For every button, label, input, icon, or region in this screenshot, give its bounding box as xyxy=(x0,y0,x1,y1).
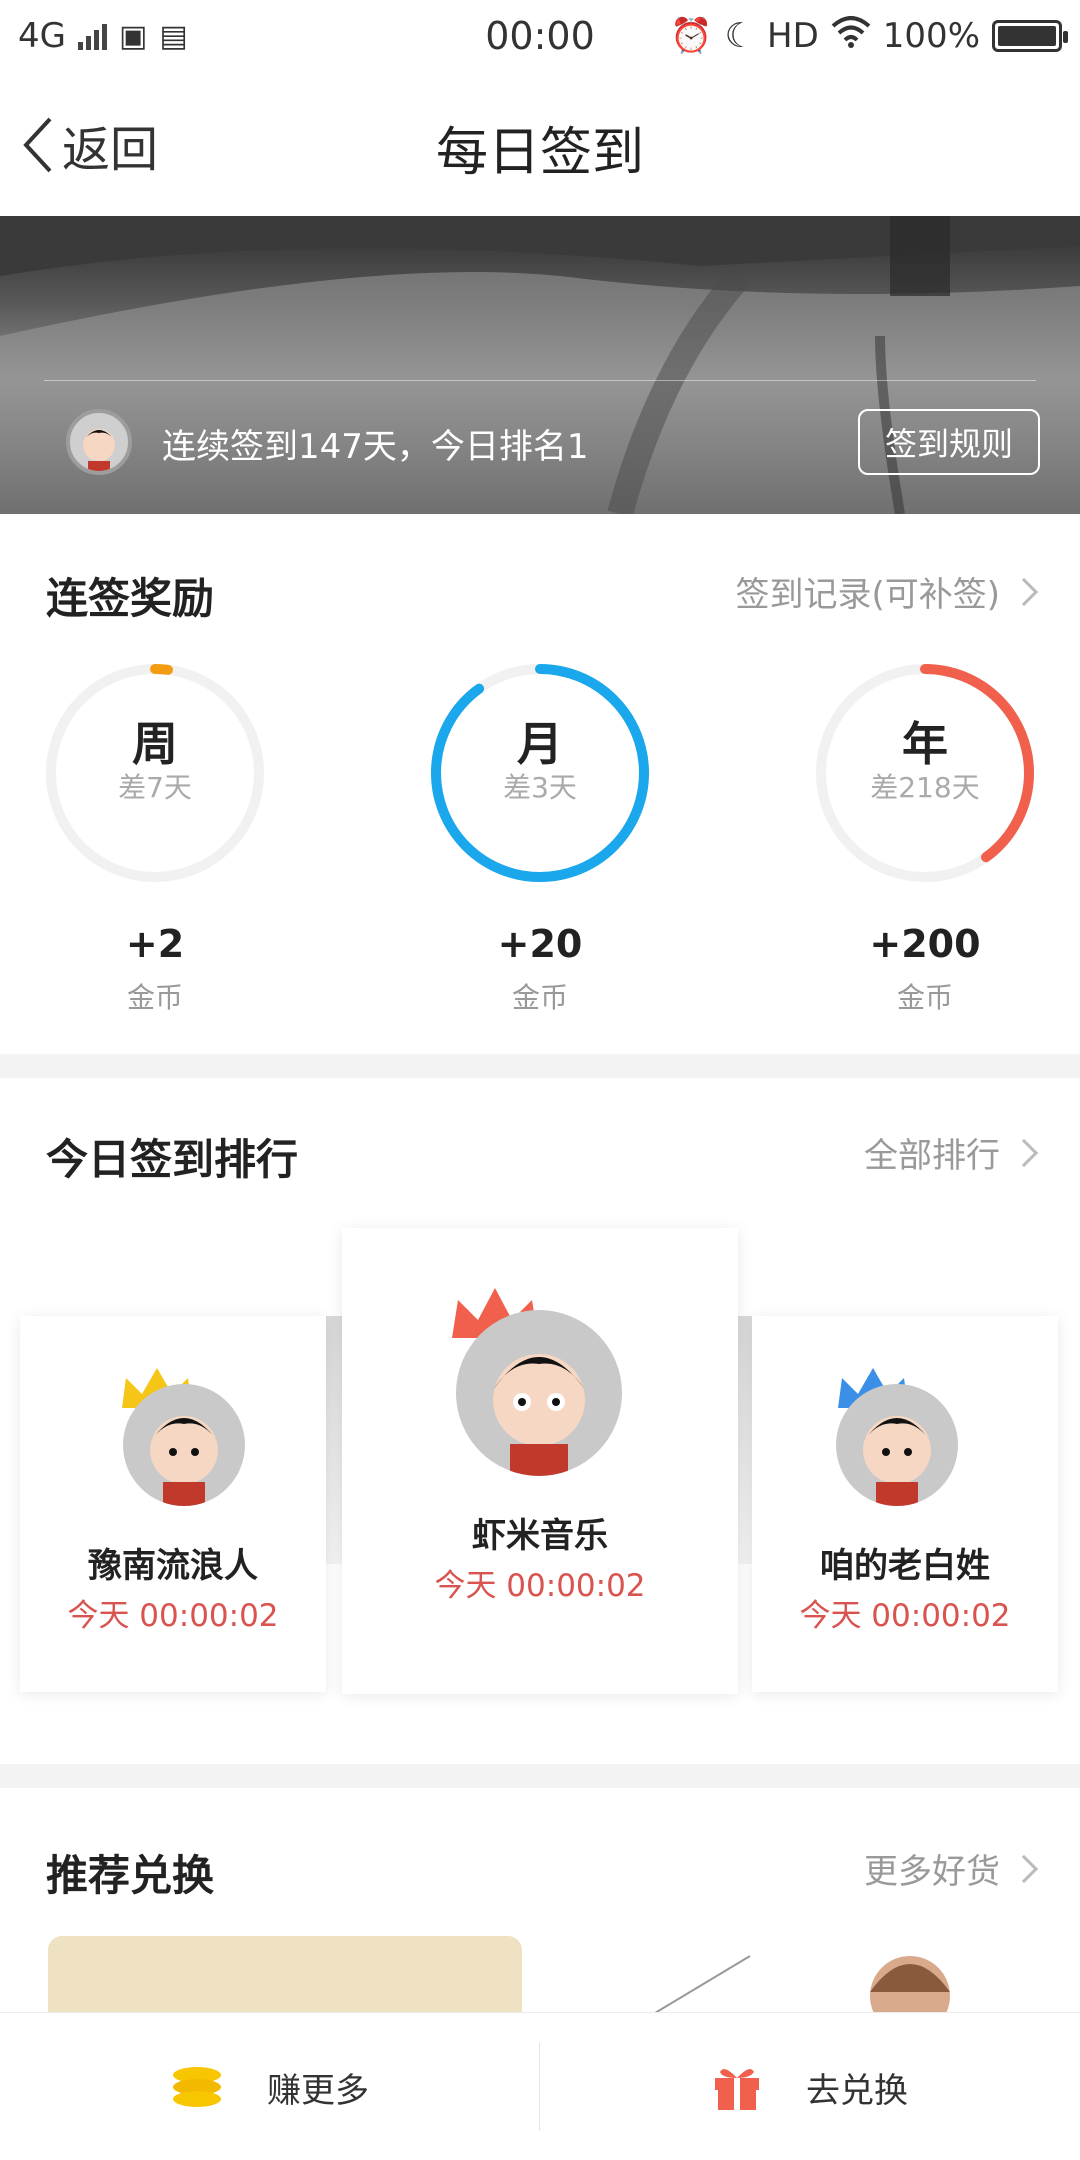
rank-name: 豫南流浪人 xyxy=(88,1546,258,1586)
page-title: 每日签到 xyxy=(435,123,644,183)
section-gap xyxy=(0,1764,1080,1788)
earn-more-label: 赚更多 xyxy=(267,2070,369,2111)
status-bar: 4G ▣ ▤ 00:00 ⏰ ☾ HD 100% xyxy=(0,0,1080,72)
checkin-rules-button[interactable]: 签到规则 xyxy=(858,409,1040,475)
hd-label: HD xyxy=(767,16,819,56)
rank-time: 今天 00:00:02 xyxy=(67,1598,279,1634)
sim-icon: ▣ xyxy=(118,18,148,54)
rank-card-1[interactable]: 虾米音乐 今天 00:00:02 xyxy=(342,1228,738,1694)
user-avatar[interactable] xyxy=(66,409,132,475)
status-right: ⏰ ☾ HD 100% xyxy=(670,15,1068,57)
rank-time: 今天 00:00:02 xyxy=(799,1598,1011,1634)
rank-avatar xyxy=(123,1384,245,1506)
goods-image xyxy=(649,1955,950,2016)
wifi-icon xyxy=(831,15,871,57)
chevron-right-icon xyxy=(1009,1854,1039,1883)
exchange-header: 推荐兑换 更多好货 xyxy=(0,1832,1080,1912)
moon-icon: ☾ xyxy=(724,16,756,56)
reward-ring-2[interactable]: 月差3天 +20 金币 xyxy=(425,658,655,1014)
alarm-icon: ⏰ xyxy=(670,16,713,56)
goods-card-book[interactable] xyxy=(48,1936,522,2016)
reward-value: +200 xyxy=(869,922,981,966)
rank-name: 咱的老白姓 xyxy=(820,1546,990,1586)
reward-remaining: 差218天 xyxy=(870,771,980,804)
all-ranking-label: 全部排行 xyxy=(864,1136,1000,1176)
rank-avatar xyxy=(836,1384,958,1506)
all-ranking-link[interactable]: 全部排行 xyxy=(864,1128,1039,1177)
signal-icon xyxy=(77,22,107,50)
goods-card-art[interactable] xyxy=(570,1936,1040,2016)
reward-unit: 金币 xyxy=(896,981,953,1014)
nav-bar: 返回 每日签到 xyxy=(0,72,1080,216)
redeem-label: 去兑换 xyxy=(806,2070,908,2111)
bottom-bar: 赚更多 去兑换 xyxy=(0,2012,1080,2160)
redeem-button[interactable]: 去兑换 xyxy=(540,2013,1080,2160)
rank-card-2[interactable]: 豫南流浪人 今天 00:00:02 xyxy=(20,1316,326,1692)
battery-percent: 100% xyxy=(882,16,980,56)
clipboard-icon: ▤ xyxy=(159,18,188,54)
reward-value: +2 xyxy=(125,922,185,966)
ranking-header: 今日签到排行 全部排行 xyxy=(0,1116,1080,1196)
reward-remaining: 差7天 xyxy=(118,771,192,804)
more-goods-label: 更多好货 xyxy=(864,1852,1000,1892)
reward-ring-3[interactable]: 年差218天 +200 金币 xyxy=(810,658,1040,1014)
section-gap xyxy=(0,1054,1080,1078)
rank-time: 今天 00:00:02 xyxy=(434,1568,646,1604)
ranking-title: 今日签到排行 xyxy=(46,1135,299,1184)
reward-period: 周 xyxy=(132,717,178,771)
streak-text: 连续签到147天，今日排名1 xyxy=(162,427,589,467)
rewards-title: 连签奖励 xyxy=(46,574,215,623)
rank-card-3[interactable]: 咱的老白姓 今天 00:00:02 xyxy=(752,1316,1058,1692)
chevron-right-icon xyxy=(1009,577,1039,606)
rewards-header: 连签奖励 签到记录(可补签) xyxy=(0,555,1080,635)
battery-icon xyxy=(992,20,1068,52)
reward-period: 月 xyxy=(517,717,563,771)
status-left: 4G ▣ ▤ xyxy=(18,16,188,56)
rank-avatar xyxy=(456,1310,622,1476)
more-goods-link[interactable]: 更多好货 xyxy=(864,1844,1039,1893)
exchange-title: 推荐兑换 xyxy=(46,1851,215,1900)
reward-ring-1[interactable]: 周差7天 +2 金币 xyxy=(40,658,270,1014)
reward-period: 年 xyxy=(902,717,948,771)
chevron-right-icon xyxy=(1009,1138,1039,1167)
coins-icon xyxy=(173,2067,221,2107)
checkin-records-link[interactable]: 签到记录(可补签) xyxy=(735,567,1039,616)
gift-icon xyxy=(715,2069,759,2110)
reward-remaining: 差3天 xyxy=(503,771,577,804)
reward-unit: 金币 xyxy=(126,981,183,1014)
banner-divider xyxy=(44,380,1036,381)
checkin-records-label: 签到记录(可补签) xyxy=(735,575,1000,615)
earn-more-button[interactable]: 赚更多 xyxy=(0,2013,540,2160)
reward-unit: 金币 xyxy=(511,981,568,1014)
network-label: 4G xyxy=(18,16,66,56)
checkin-banner: 连续签到147天，今日排名1 签到规则 xyxy=(0,216,1080,514)
rank-name: 虾米音乐 xyxy=(472,1516,608,1556)
reward-value: +20 xyxy=(497,922,583,966)
